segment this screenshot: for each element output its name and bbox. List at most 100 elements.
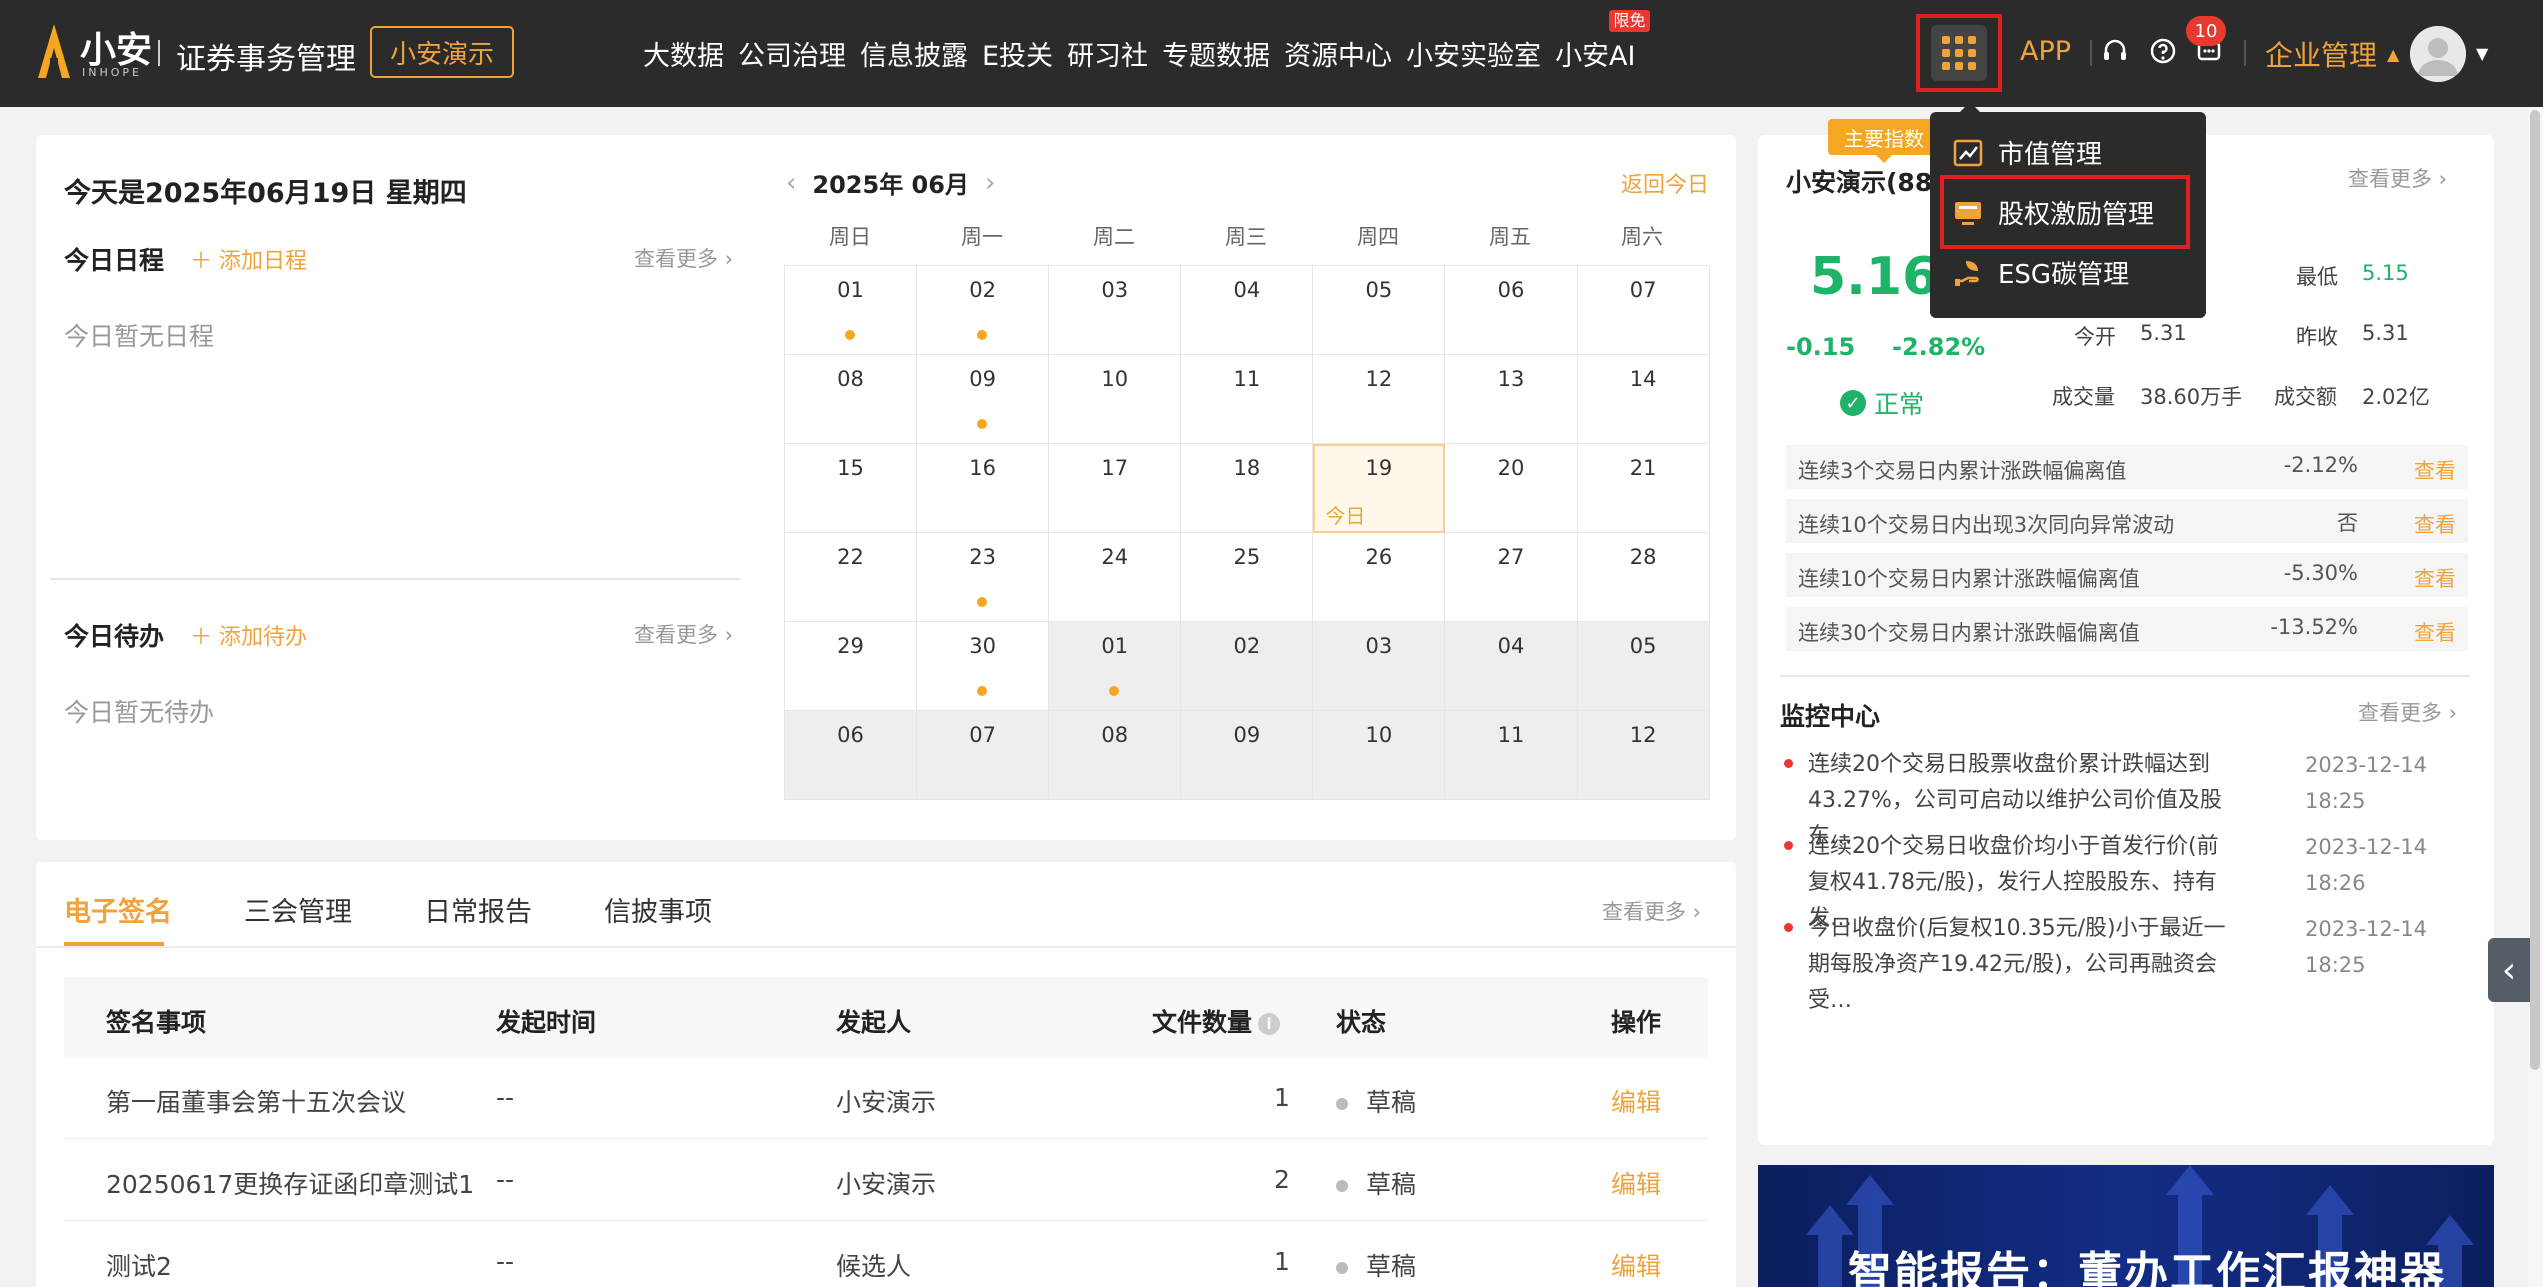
calendar-day[interactable]: 11 — [1181, 355, 1314, 444]
weekday-label: 周日 — [829, 225, 871, 249]
info-icon[interactable]: i — [1258, 1013, 1281, 1035]
calendar-day[interactable]: 10 — [1313, 711, 1446, 800]
edit-link[interactable]: 编辑 — [1611, 1165, 1661, 1201]
calendar-day[interactable]: 03 — [1049, 266, 1182, 355]
calendar-day[interactable]: 24 — [1049, 533, 1182, 622]
initiator-cell: 候选人 — [836, 1252, 912, 1281]
calendar-day[interactable]: 18 — [1181, 444, 1314, 533]
calendar-day[interactable]: 29 — [785, 622, 918, 711]
nav-item-study[interactable]: 研习社 — [1067, 34, 1148, 73]
weekday-label: 周二 — [1093, 225, 1135, 249]
status-cell: 草稿 — [1336, 1247, 1416, 1283]
add-todo-button[interactable]: ＋ 添加待办 — [190, 619, 307, 651]
calendar-day[interactable]: 06 — [785, 711, 918, 800]
calendar-day[interactable]: 04 — [1181, 266, 1314, 355]
view-link[interactable]: 查看 — [2414, 563, 2456, 593]
calendar-day[interactable]: 08 — [785, 355, 918, 444]
monitor-more-link[interactable]: 查看更多 › — [2358, 697, 2457, 727]
back-to-today-link[interactable]: 返回今日 — [1621, 167, 1709, 199]
leaf-hand-icon — [1955, 260, 1979, 286]
calendar-day[interactable]: 23 — [917, 533, 1050, 622]
app-download-link[interactable]: APP — [2020, 36, 2071, 67]
nav-item-lab[interactable]: 小安实验室 — [1406, 34, 1541, 73]
calendar-day-number: 01 — [1101, 634, 1129, 658]
calendar-day[interactable]: 16 — [917, 444, 1050, 533]
calendar-day[interactable]: 05 — [1577, 622, 1710, 711]
env-button[interactable]: 小安演示 — [370, 26, 514, 78]
main-index-tag[interactable]: 主要指数 — [1828, 119, 1940, 163]
edit-link[interactable]: 编辑 — [1611, 1247, 1661, 1283]
collapse-panel-chevron-left-icon[interactable]: ‹ — [2488, 938, 2530, 1002]
calendar-day[interactable]: 12 — [1577, 711, 1710, 800]
prev-month-arrow-icon[interactable]: ‹ — [786, 168, 796, 198]
avatar[interactable] — [2410, 26, 2466, 82]
promo-banner[interactable]: 智能报告：董办工作汇报神器 — [1758, 1165, 2494, 1287]
calendar-day[interactable]: 25 — [1181, 533, 1314, 622]
corp-management-menu[interactable]: 企业管理 ▲ — [2265, 34, 2399, 74]
tab-e-signature[interactable]: 电子签名 — [64, 890, 172, 929]
add-schedule-button[interactable]: ＋ 添加日程 — [190, 243, 307, 275]
stock-more-link[interactable]: 查看更多 › — [2348, 163, 2447, 193]
view-link[interactable]: 查看 — [2414, 455, 2456, 485]
caret-down-icon[interactable]: ▼ — [2476, 44, 2488, 63]
calendar-day[interactable]: 17 — [1049, 444, 1182, 533]
headset-icon[interactable] — [2098, 34, 2132, 68]
calendar-day[interactable]: 10 — [1049, 355, 1182, 444]
menu-item-esg[interactable]: ESG碳管理 — [1952, 254, 2129, 291]
calendar-day[interactable]: 02 — [917, 266, 1050, 355]
nav-item-topic-data[interactable]: 专题数据 — [1162, 34, 1270, 73]
calendar-day[interactable]: 20 — [1445, 444, 1578, 533]
calendar-day[interactable]: 01 — [1049, 622, 1182, 711]
tab-disclosure-items[interactable]: 信披事项 — [604, 890, 712, 929]
calendar-day[interactable]: 07 — [1577, 266, 1710, 355]
calendar-day[interactable]: 03 — [1313, 622, 1446, 711]
todo-more-link[interactable]: 查看更多 › — [634, 619, 733, 649]
calendar-day[interactable]: 21 — [1577, 444, 1710, 533]
calendar-day[interactable]: 05 — [1313, 266, 1446, 355]
calendar-day-number: 08 — [1101, 723, 1129, 747]
view-link[interactable]: 查看 — [2414, 617, 2456, 647]
calendar-day[interactable]: 02 — [1181, 622, 1314, 711]
calendar-day[interactable]: 09 — [917, 355, 1050, 444]
calendar-day-today[interactable]: 19 今日 — [1313, 444, 1446, 533]
calendar-day[interactable]: 11 — [1445, 711, 1578, 800]
apps-grid-button[interactable] — [1916, 14, 2002, 92]
calendar-day[interactable]: 27 — [1445, 533, 1578, 622]
calendar-day[interactable]: 26 — [1313, 533, 1446, 622]
calendar-header: ‹ 2025年 06月 › — [786, 165, 995, 200]
table-row: 第一届董事会第十五次会议 -- 小安演示 1 草稿 编辑 — [64, 1057, 1708, 1139]
calendar-day[interactable]: 13 — [1445, 355, 1578, 444]
schedule-title: 今日日程 — [64, 246, 165, 275]
edit-link[interactable]: 编辑 — [1611, 1083, 1661, 1119]
calendar-day[interactable]: 12 — [1313, 355, 1446, 444]
calendar-day-number: 14 — [1629, 367, 1657, 391]
nav-item-bigdata[interactable]: 大数据 — [643, 34, 724, 73]
calendar-day[interactable]: 04 — [1445, 622, 1578, 711]
schedule-more-link[interactable]: 查看更多 › — [634, 243, 733, 273]
calendar-day[interactable]: 15 — [785, 444, 918, 533]
calendar-day[interactable]: 08 — [1049, 711, 1182, 800]
calendar-day[interactable]: 01 — [785, 266, 918, 355]
calendar-day[interactable]: 22 — [785, 533, 918, 622]
menu-item-market-value[interactable]: 市值管理 — [1952, 134, 2102, 171]
status-dot-icon — [1336, 1262, 1348, 1274]
todo-title: 今日待办 — [64, 622, 165, 651]
calendar-day[interactable]: 30 — [917, 622, 1050, 711]
page-scrollbar-thumb[interactable] — [2530, 110, 2540, 1070]
calendar-day[interactable]: 09 — [1181, 711, 1314, 800]
calendar-day[interactable]: 14 — [1577, 355, 1710, 444]
nav-item-ir[interactable]: E投关 — [982, 34, 1053, 73]
tab-meetings[interactable]: 三会管理 — [244, 890, 352, 929]
calendar-day[interactable]: 06 — [1445, 266, 1578, 355]
nav-item-disclosure[interactable]: 信息披露 — [860, 34, 968, 73]
calendar-day[interactable]: 07 — [917, 711, 1050, 800]
nav-item-resources[interactable]: 资源中心 — [1284, 34, 1392, 73]
tab-daily-reports[interactable]: 日常报告 — [424, 890, 532, 929]
view-link[interactable]: 查看 — [2414, 509, 2456, 539]
nav-item-ai[interactable]: 小安AI 限免 — [1555, 10, 1650, 73]
help-icon[interactable] — [2146, 34, 2180, 68]
documents-more-link[interactable]: 查看更多 › — [1602, 896, 1701, 926]
calendar-day[interactable]: 28 — [1577, 533, 1710, 622]
next-month-arrow-icon[interactable]: › — [985, 168, 995, 198]
nav-item-governance[interactable]: 公司治理 — [738, 34, 846, 73]
